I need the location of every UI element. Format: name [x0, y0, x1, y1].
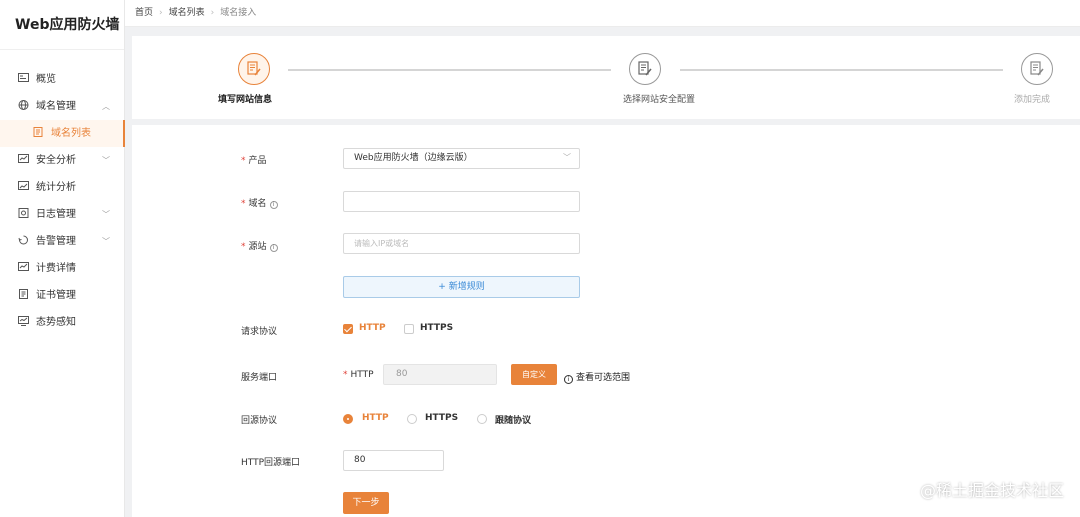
http-checkbox[interactable]: [343, 324, 353, 334]
chevron-down-icon: ﹀: [563, 153, 571, 162]
sidebar-item-label: 计费详情: [36, 263, 76, 274]
edit-doc-icon: [247, 61, 261, 76]
custom-port-button[interactable]: 自定义: [511, 364, 557, 385]
step-connector: [680, 69, 1003, 71]
product-select[interactable]: Web应用防火墙（边缘云版）: [343, 148, 580, 169]
app-title: Web应用防火墙: [0, 0, 124, 50]
breadcrumb-current: 域名接入: [220, 8, 257, 18]
back-port-input[interactable]: 80: [343, 450, 444, 471]
step-3-label: 添加完成: [1014, 95, 1051, 105]
back-http-radio[interactable]: [343, 414, 353, 424]
sidebar-item-alarm-management[interactable]: 告警管理 ﹀: [0, 228, 124, 255]
chevron-down-icon: ﹀: [102, 156, 110, 165]
sidebar-menu: 概览 域名管理 ︿ 域名列表 安全分析 ﹀ 统计分析 日志管理 ﹀ 告警管理 ﹀…: [0, 50, 125, 336]
sidebar-item-security-analysis[interactable]: 安全分析 ﹀: [0, 147, 124, 174]
http-checkbox-label[interactable]: HTTP: [359, 323, 386, 333]
sidebar-item-label: 告警管理: [36, 236, 76, 247]
back-port-label: HTTP回源端口: [241, 458, 301, 468]
product-label: * 产品: [241, 156, 267, 166]
back-protocol-label: 回源协议: [241, 416, 278, 426]
chevron-up-icon: ︿: [102, 102, 110, 111]
step-progress: 填写网站信息 选择网站安全配置 添加完成: [132, 36, 1080, 119]
step-1-circle: [238, 53, 270, 85]
breadcrumb-domain-list[interactable]: 域名列表: [169, 8, 205, 18]
sidebar-item-label: 证书管理: [36, 290, 76, 301]
request-protocol-label: 请求协议: [241, 327, 278, 337]
back-https-radio-label[interactable]: HTTPS: [425, 413, 458, 423]
list-doc-icon: [33, 127, 43, 137]
globe-icon: [18, 100, 29, 110]
edit-doc-icon: [1030, 61, 1044, 76]
site-info-form: * 产品 Web应用防火墙（边缘云版） ﹀ * 域名 i * 源站 i 请输入IP或域名 …: [132, 125, 1080, 517]
step-3-circle: [1021, 53, 1053, 85]
sidebar: Web应用防火墙 概览 域名管理 ︿ 域名列表 安全分析 ﹀ 统计分析 日志管理: [0, 0, 125, 517]
next-step-button[interactable]: 下一步: [343, 492, 389, 514]
sidebar-item-log-management[interactable]: 日志管理 ﹀: [0, 201, 124, 228]
sidebar-item-domain-management[interactable]: 域名管理 ︿: [0, 93, 124, 120]
sidebar-item-label: 日志管理: [36, 209, 76, 220]
back-follow-radio[interactable]: [477, 414, 487, 424]
sidebar-item-label: 域名管理: [36, 101, 76, 112]
alarm-icon: [18, 235, 28, 245]
back-http-radio-label[interactable]: HTTP: [362, 413, 389, 423]
back-https-radio[interactable]: [407, 414, 417, 424]
back-follow-radio-label[interactable]: 跟随协议: [495, 413, 531, 426]
watermark: @稀土掘金技术社区: [919, 481, 1064, 500]
service-port-label: 服务端口: [241, 373, 278, 383]
overview-icon: [18, 73, 29, 82]
origin-label: * 源站 i: [241, 239, 278, 252]
domain-label: * 域名 i: [241, 196, 278, 209]
app-root: Web应用防火墙 概览 域名管理 ︿ 域名列表 安全分析 ﹀ 统计分析 日志管理: [0, 0, 1080, 517]
sidebar-item-label: 安全分析: [36, 155, 76, 166]
required-mark: *: [241, 242, 246, 252]
sidebar-item-certificates[interactable]: 证书管理: [0, 282, 124, 309]
port-prefix: * HTTP: [343, 370, 374, 380]
shield-chart-icon: [18, 154, 29, 163]
sidebar-item-overview[interactable]: 概览: [0, 66, 124, 93]
edit-doc-icon: [638, 61, 652, 76]
step-connector: [288, 69, 611, 71]
info-icon[interactable]: i: [269, 244, 278, 252]
billing-icon: [18, 262, 29, 271]
step-2-label: 选择网站安全配置: [623, 95, 696, 105]
breadcrumb-home[interactable]: 首页: [135, 8, 153, 18]
line-chart-icon: [18, 181, 29, 190]
chevron-down-icon: ﹀: [102, 237, 110, 246]
https-checkbox[interactable]: [404, 324, 414, 334]
log-icon: [18, 208, 29, 218]
certificate-icon: [19, 289, 28, 299]
service-port-input: 80: [383, 364, 497, 385]
info-icon: i: [564, 375, 573, 384]
origin-input[interactable]: 请输入IP或域名: [343, 233, 580, 254]
sidebar-item-billing[interactable]: 计费详情: [0, 255, 124, 282]
breadcrumb-separator-icon: ›: [210, 8, 215, 18]
required-mark: *: [241, 199, 246, 209]
domain-input[interactable]: [343, 191, 580, 212]
monitor-icon: [18, 316, 29, 326]
chevron-down-icon: ﹀: [102, 210, 110, 219]
view-range-link[interactable]: i 查看可选范围: [564, 370, 630, 384]
breadcrumb-separator-icon: ›: [159, 8, 163, 18]
sidebar-item-domain-list[interactable]: 域名列表: [0, 120, 125, 147]
sidebar-item-label: 统计分析: [36, 182, 76, 193]
required-mark: *: [343, 370, 348, 380]
step-2-circle: [629, 53, 661, 85]
sidebar-item-label: 态势感知: [36, 317, 76, 328]
required-mark: *: [241, 156, 246, 166]
https-checkbox-label[interactable]: HTTPS: [420, 323, 453, 333]
sidebar-item-statistics[interactable]: 统计分析: [0, 174, 124, 201]
step-1-label: 填写网站信息: [218, 95, 273, 105]
sidebar-item-label: 域名列表: [51, 128, 91, 139]
info-icon[interactable]: i: [269, 201, 278, 209]
add-rule-button[interactable]: + 新增规则: [343, 276, 580, 298]
breadcrumb: 首页 › 域名列表 › 域名接入: [125, 0, 1080, 27]
sidebar-item-label: 概览: [36, 74, 56, 85]
sidebar-item-situation-awareness[interactable]: 态势感知: [0, 309, 124, 336]
